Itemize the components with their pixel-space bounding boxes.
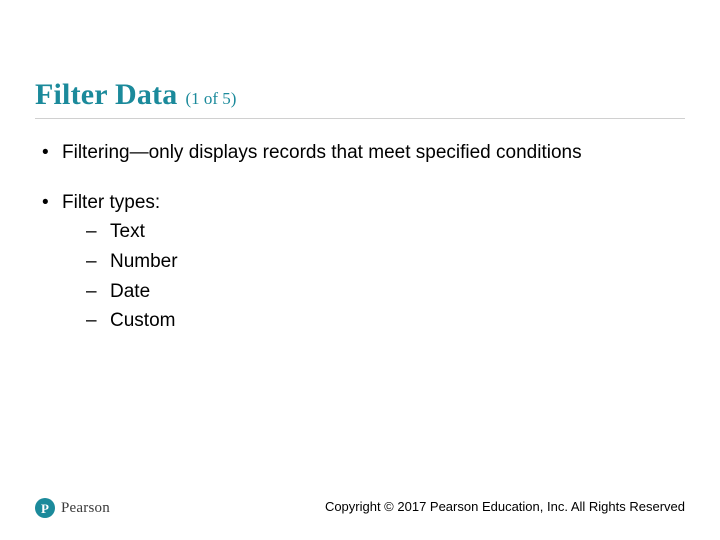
brand-name: Pearson (61, 500, 110, 517)
bullet-text: Filtering—only displays records that mee… (62, 142, 582, 163)
sub-bullet-text: Number (110, 251, 178, 272)
slide-title: Filter Data (1 of 5) (35, 78, 236, 112)
sub-bullet-list: – Text – Number – Date – Custom (62, 219, 680, 334)
logo-letter: P (41, 502, 49, 515)
title-pager: (1 of 5) (185, 89, 236, 109)
bullet-item: Filtering—only displays records that mee… (40, 140, 680, 166)
dash-icon: – (86, 279, 97, 305)
logo-mark-icon: P (35, 498, 55, 518)
brand-logo: P Pearson (35, 498, 110, 518)
bullet-item: Filter types: – Text – Number – Date (40, 190, 680, 334)
sub-bullet-item: – Text (62, 219, 680, 245)
dash-icon: – (86, 249, 97, 275)
sub-bullet-text: Text (110, 221, 145, 242)
sub-bullet-text: Date (110, 281, 150, 302)
title-main: Filter Data (35, 78, 177, 112)
title-divider (35, 118, 685, 119)
bullet-text: Filter types: (62, 192, 160, 213)
copyright-text: Copyright © 2017 Pearson Education, Inc.… (325, 499, 685, 514)
sub-bullet-item: – Date (62, 279, 680, 305)
dash-icon: – (86, 308, 97, 334)
sub-bullet-text: Custom (110, 310, 175, 331)
bullet-list: Filtering—only displays records that mee… (40, 140, 680, 334)
sub-bullet-item: – Custom (62, 308, 680, 334)
sub-bullet-item: – Number (62, 249, 680, 275)
slide-body: Filtering—only displays records that mee… (40, 140, 680, 358)
slide: Filter Data (1 of 5) Filtering—only disp… (0, 0, 720, 540)
dash-icon: – (86, 219, 97, 245)
